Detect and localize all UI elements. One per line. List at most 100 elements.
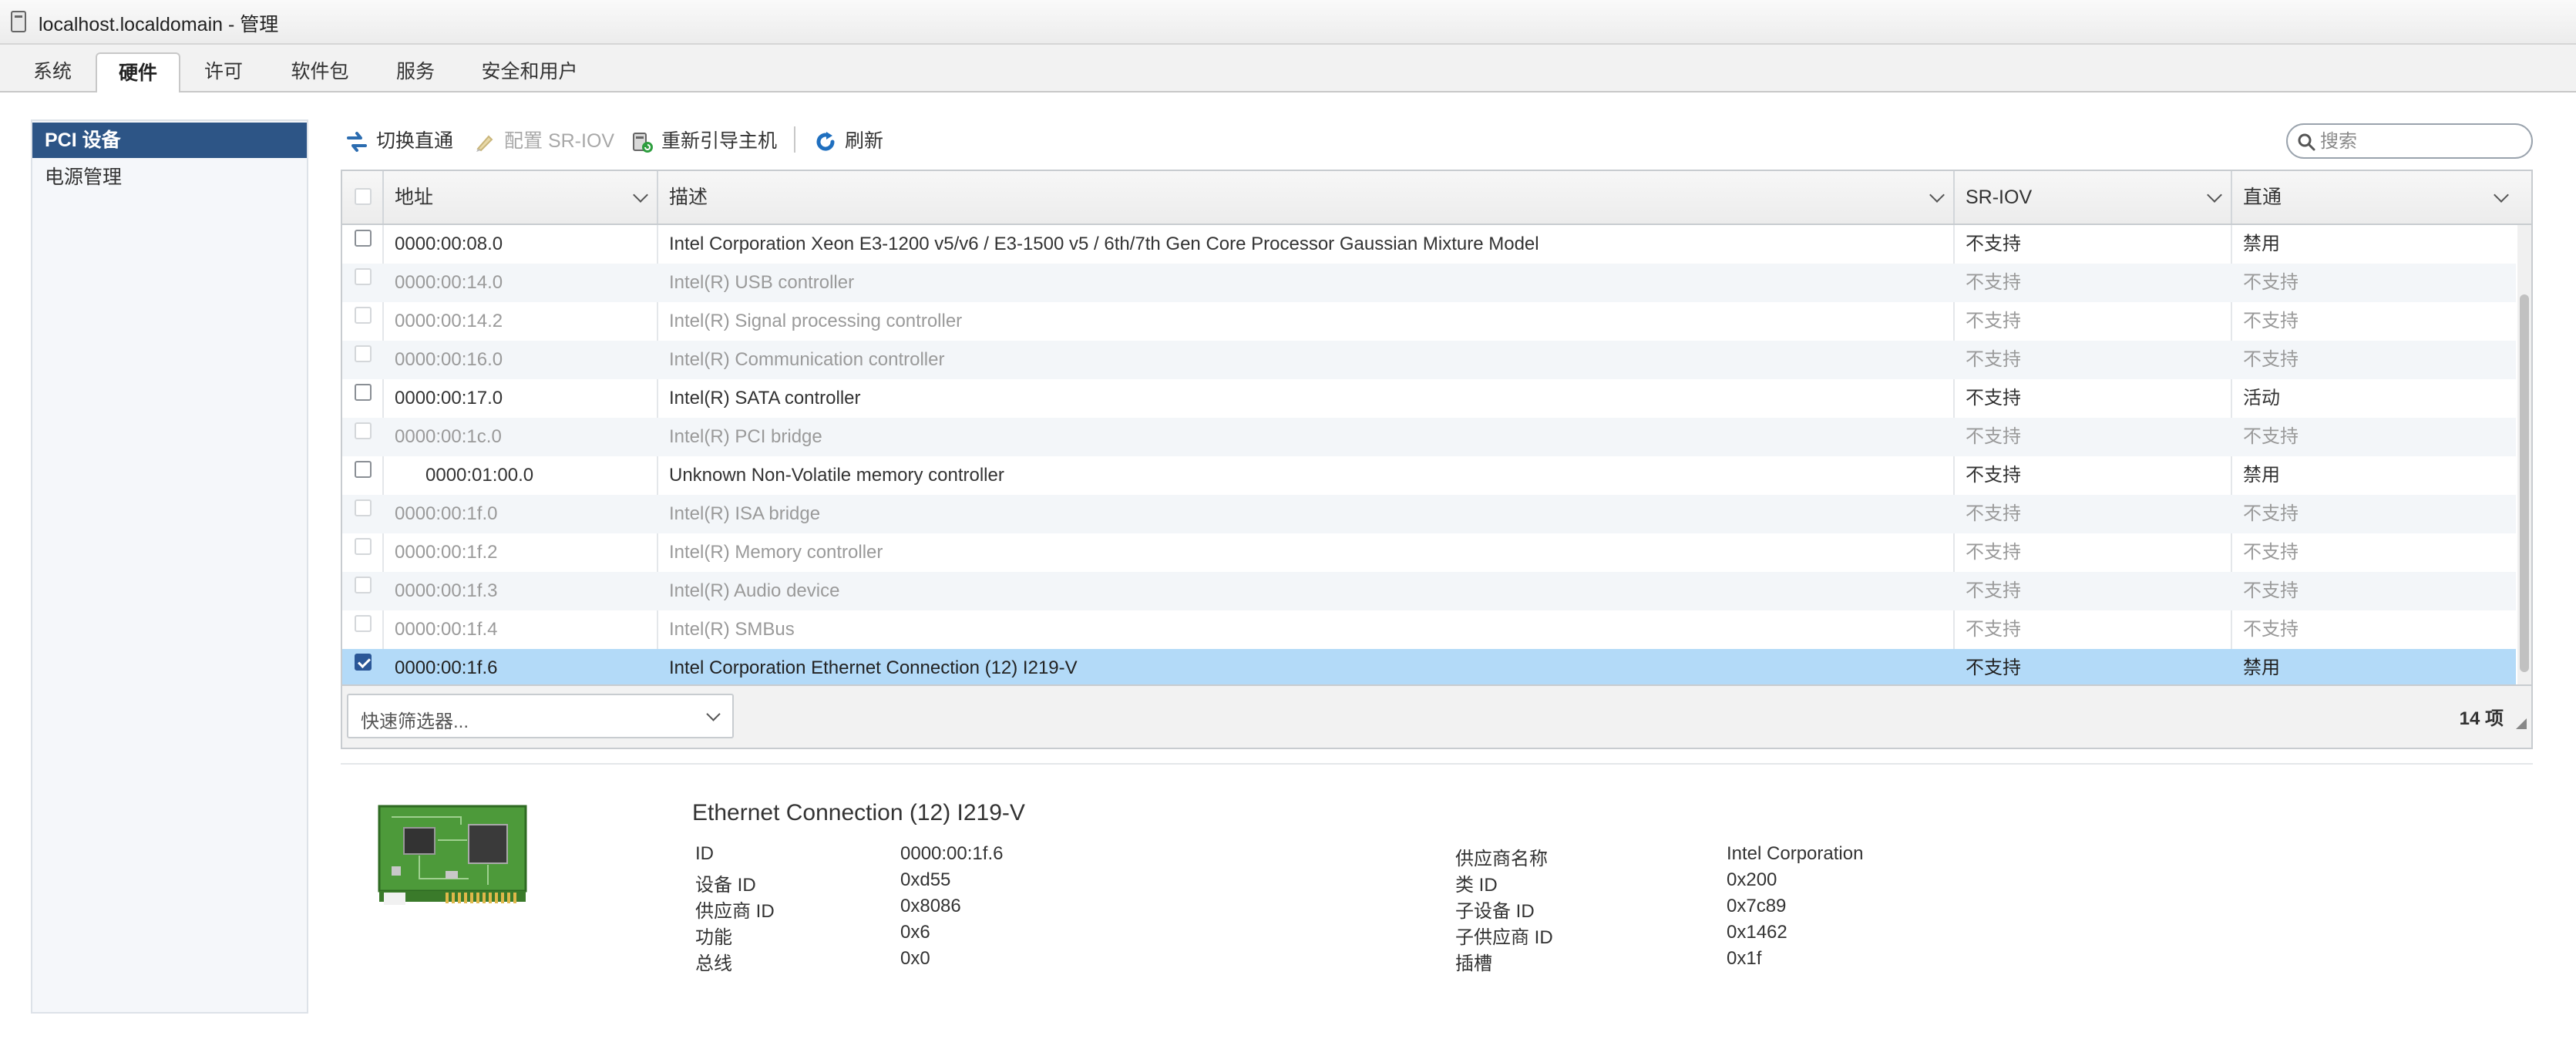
cell-passthrough: 禁用	[2243, 234, 2280, 254]
chevron-down-icon[interactable]	[2494, 187, 2509, 203]
table-row[interactable]: 0000:00:14.2 Intel(R) Signal processing c…	[342, 302, 2516, 341]
cell-passthrough: 不支持	[2243, 503, 2299, 524]
quick-filter-label: 快速筛选器...	[361, 711, 469, 732]
cell-address: 0000:00:17.0	[395, 388, 503, 409]
table-row[interactable]: 0000:00:08.0 Intel Corporation Xeon E3-12…	[342, 225, 2516, 264]
reboot-host-icon	[633, 133, 653, 153]
cell-passthrough: 禁用	[2243, 657, 2280, 678]
search-box	[2286, 123, 2533, 159]
cell-passthrough: 不支持	[2243, 619, 2299, 640]
title-bar: localhost.localdomain - 管理	[0, 0, 2576, 45]
column-passthrough-label: 直通	[2243, 187, 2282, 208]
row-checkbox	[355, 538, 372, 555]
column-header-address[interactable]: 地址	[384, 171, 658, 224]
table-row[interactable]: 0000:00:14.0 Intel(R) USB controller 不支持 不支…	[342, 264, 2516, 302]
cell-passthrough: 不支持	[2243, 311, 2299, 331]
tab-system[interactable]: 系统	[22, 52, 83, 91]
cell-sriov: 不支持	[1966, 657, 2021, 678]
toggle-passthrough-button[interactable]: 切换直通	[345, 126, 461, 156]
detail-key-subvendor-id: 子供应商 ID	[1455, 927, 1553, 948]
cell-description: Intel(R) Audio device	[669, 580, 840, 601]
refresh-button[interactable]: 刷新	[814, 126, 899, 156]
cell-address: 0000:00:16.0	[395, 349, 503, 370]
row-checkbox[interactable]	[355, 230, 372, 247]
resize-grip-icon[interactable]	[2516, 718, 2527, 729]
table-row[interactable]: 0000:00:17.0 Intel(R) SATA controller 不支持 活…	[342, 379, 2516, 418]
cell-passthrough: 禁用	[2243, 465, 2280, 486]
row-checkbox	[355, 615, 372, 632]
cell-address: 0000:00:1f.4	[395, 619, 498, 640]
scrollbar-thumb[interactable]	[2520, 294, 2529, 672]
search-input[interactable]	[2319, 129, 2526, 155]
reboot-host-button[interactable]: 重新引导主机	[631, 126, 785, 156]
cell-description: Intel(R) USB controller	[669, 272, 855, 293]
chevron-down-icon	[706, 707, 721, 721]
cell-sriov: 不支持	[1966, 311, 2021, 331]
table-row[interactable]: 0000:00:16.0 Intel(R) Communication contr…	[342, 341, 2516, 379]
section-divider	[341, 763, 2533, 765]
cell-address: 0000:00:1c.0	[395, 426, 502, 447]
row-checkbox[interactable]	[355, 384, 372, 401]
table-row[interactable]: 0000:00:1f.4 Intel(R) SMBus 不支持 不支持	[342, 610, 2516, 649]
row-checkbox[interactable]	[355, 461, 372, 478]
cell-description: Intel(R) SATA controller	[669, 388, 861, 409]
row-checkbox	[355, 345, 372, 362]
table-row[interactable]: 0000:00:1f.3 Intel(R) Audio device 不支持 不支持	[342, 572, 2516, 610]
toggle-passthrough-icon	[347, 132, 367, 152]
tab-services[interactable]: 服务	[381, 52, 450, 91]
detail-value-subvendor-id: 0x1462	[1727, 922, 1787, 943]
column-header-description[interactable]: 描述	[658, 171, 1955, 224]
configure-sriov-label: 配置 SR-IOV	[504, 130, 615, 152]
tab-hardware[interactable]: 硬件	[96, 52, 180, 92]
column-header-sriov[interactable]: SR-IOV	[1955, 171, 2232, 224]
cell-sriov: 不支持	[1966, 580, 2021, 601]
configure-sriov-button[interactable]: 配置 SR-IOV	[473, 126, 615, 156]
sidebar-item-power-management[interactable]: 电源管理	[32, 160, 307, 195]
column-description-label: 描述	[669, 187, 708, 208]
cell-sriov: 不支持	[1966, 503, 2021, 524]
device-detail-title: Ethernet Connection (12) I219-V	[692, 800, 1025, 825]
cell-address: 0000:00:1f.3	[395, 580, 498, 601]
cell-address: 0000:00:1f.6	[395, 657, 498, 678]
cell-sriov: 不支持	[1966, 349, 2021, 370]
cell-address: 0000:00:08.0	[395, 234, 503, 254]
table-row[interactable]: 0000:00:1f.2 Intel(R) Memory controller 不支…	[342, 533, 2516, 572]
row-checkbox[interactable]	[355, 654, 372, 671]
table-row[interactable]: 0000:01:00.0 Unknown Non-Volatile memory …	[342, 456, 2516, 495]
grid-footer: 快速筛选器... 14 项	[342, 684, 2531, 748]
row-checkbox	[355, 577, 372, 593]
item-count: 14 项	[2459, 708, 2504, 729]
refresh-icon	[816, 132, 835, 151]
cell-description: Intel(R) ISA bridge	[669, 503, 821, 524]
pci-device-grid: 地址 描述 SR-IOV 直通 0000:00:08.0 Intel Corpor…	[341, 170, 2533, 749]
tab-security-users[interactable]: 安全和用户	[472, 52, 587, 91]
vertical-scrollbar[interactable]	[2517, 225, 2531, 684]
tab-bar: 系统 硬件 许可 软件包 服务 安全和用户	[0, 45, 2576, 92]
window-title: localhost.localdomain - 管理	[39, 14, 279, 35]
quick-filter-dropdown[interactable]: 快速筛选器...	[347, 694, 734, 738]
table-row[interactable]: 0000:00:1f.0 Intel(R) ISA bridge 不支持 不支持	[342, 495, 2516, 533]
detail-value-id: 0000:00:1f.6	[900, 843, 1004, 864]
detail-key-class-id: 类 ID	[1455, 875, 1498, 896]
cell-address: 0000:00:1f.2	[395, 542, 498, 563]
chevron-down-icon[interactable]	[633, 187, 648, 203]
cell-address: 0000:00:14.2	[395, 311, 503, 331]
detail-value-class-id: 0x200	[1727, 869, 1777, 890]
header-select-all	[342, 171, 384, 224]
cell-sriov: 不支持	[1966, 542, 2021, 563]
cell-address: 0000:00:14.0	[395, 272, 503, 293]
chevron-down-icon[interactable]	[1929, 187, 1945, 203]
tab-license[interactable]: 许可	[193, 52, 254, 91]
select-all-checkbox[interactable]	[355, 188, 372, 205]
chevron-down-icon[interactable]	[2207, 187, 2222, 203]
detail-key-slot: 插槽	[1455, 953, 1492, 974]
cell-description: Intel Corporation Ethernet Connection (1…	[669, 657, 1078, 678]
table-row[interactable]: 0000:00:1f.6 Intel Corporation Ethernet C…	[342, 649, 2516, 688]
cell-description: Intel(R) Communication controller	[669, 349, 945, 370]
table-row[interactable]: 0000:00:1c.0 Intel(R) PCI bridge 不支持 不支持	[342, 418, 2516, 456]
sidebar-item-pci-devices[interactable]: PCI 设备	[32, 123, 307, 158]
column-header-passthrough[interactable]: 直通	[2232, 171, 2517, 224]
tab-packages[interactable]: 软件包	[277, 52, 362, 91]
toggle-passthrough-label: 切换直通	[376, 130, 454, 152]
cell-passthrough: 不支持	[2243, 580, 2299, 601]
